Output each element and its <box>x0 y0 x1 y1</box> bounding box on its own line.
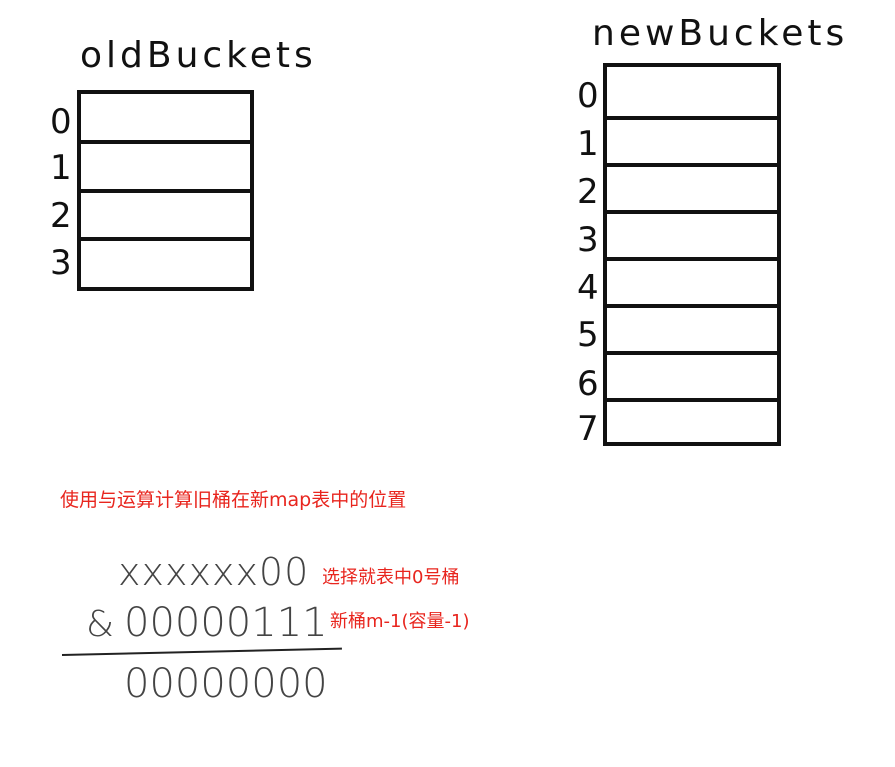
old-buckets-title: oldBuckets <box>80 35 317 76</box>
new-bucket-index-2: 2 <box>577 172 599 212</box>
result: 00000000 <box>124 661 328 707</box>
old-bucket-divider <box>79 189 252 193</box>
new-bucket-index-6: 6 <box>577 364 599 404</box>
note-b: 新桶m-1(容量-1) <box>330 611 470 632</box>
new-bucket-divider <box>605 398 779 402</box>
new-bucket-divider <box>605 210 779 214</box>
new-bucket-index-3: 3 <box>577 220 599 260</box>
new-bucket-divider <box>605 163 779 167</box>
operand-a: xxxxxx00 <box>118 550 310 594</box>
new-bucket-index-5: 5 <box>577 315 599 355</box>
new-bucket-divider <box>605 304 779 308</box>
operand-b: 00000111 <box>124 600 328 646</box>
new-bucket-index-1: 1 <box>577 124 599 164</box>
new-bucket-index-4: 4 <box>577 268 599 308</box>
caption: 使用与运算计算旧桶在新map表中的位置 <box>60 489 407 511</box>
note-a: 选择就表中0号桶 <box>322 567 460 588</box>
operator: & <box>86 604 115 645</box>
new-bucket-index-0: 0 <box>577 76 599 116</box>
old-bucket-divider <box>79 237 252 241</box>
result-line <box>61 647 342 656</box>
old-bucket-index-0: 0 <box>50 102 72 142</box>
old-buckets-table <box>77 90 254 291</box>
new-bucket-divider <box>605 351 779 355</box>
new-bucket-divider <box>605 257 779 261</box>
old-bucket-index-3: 3 <box>50 243 72 283</box>
new-bucket-divider <box>605 116 779 120</box>
old-bucket-index-1: 1 <box>50 148 72 188</box>
old-bucket-divider <box>79 140 252 144</box>
old-bucket-index-2: 2 <box>50 196 72 236</box>
new-bucket-index-7: 7 <box>577 409 599 449</box>
new-buckets-table <box>603 63 781 446</box>
new-buckets-title: newBuckets <box>592 13 849 54</box>
